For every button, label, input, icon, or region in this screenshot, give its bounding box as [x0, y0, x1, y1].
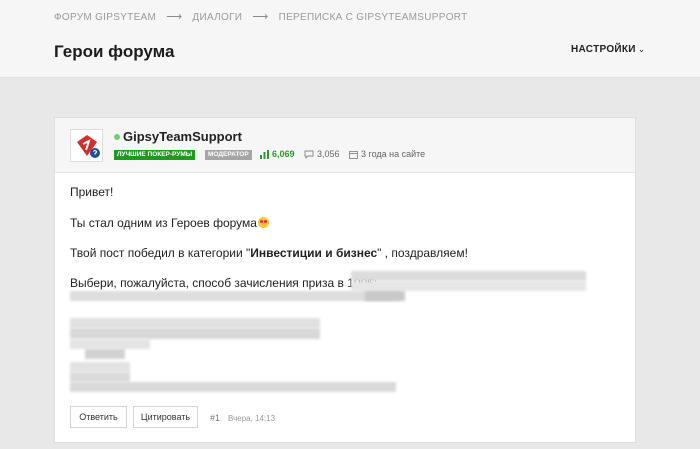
page-title: Герои форума	[54, 42, 175, 61]
greeting-text: Привет!	[70, 185, 114, 199]
messages-value: 3,056	[317, 149, 340, 159]
online-status-icon	[114, 134, 120, 140]
post-timestamp: Вчера, 14:13	[228, 414, 276, 423]
reputation-icon	[260, 149, 269, 159]
member-age-value: 3 года на сайте	[361, 149, 426, 159]
page-header: ФОРУМ GIPSYTEAM ⟶ ДИАЛОГИ ⟶ ПЕРЕПИСКА С …	[0, 0, 700, 78]
win-text-before: Твой пост победил в категории "	[70, 246, 251, 260]
settings-menu[interactable]: НАСТРОЙКИ ⌄	[571, 44, 646, 55]
breadcrumb-arrow-icon: ⟶	[166, 11, 183, 23]
win-text: Твой пост победил в категории "Инвестици…	[70, 246, 468, 260]
role-badge: МОДЕРАТОР	[205, 150, 252, 160]
reply-button[interactable]: Ответить	[70, 406, 127, 428]
breadcrumb-item-dialogs[interactable]: ДИАЛОГИ	[192, 12, 242, 23]
author-name[interactable]: GipsyTeamSupport	[123, 129, 242, 144]
group-badge: ЛУЧШИЕ ПОКЕР-РУМЫ	[114, 150, 196, 160]
message-card: GipsyTeamSupport ЛУЧШИЕ ПОКЕР-РУМЫ МОДЕР…	[54, 117, 636, 443]
breadcrumb-item-forum[interactable]: ФОРУМ GIPSYTEAM	[54, 12, 156, 23]
comment-icon	[304, 150, 314, 159]
post-number-link[interactable]: #1	[210, 413, 220, 423]
heart-eyes-emoji-icon	[257, 217, 269, 228]
quote-button[interactable]: Цитировать	[133, 406, 198, 428]
messages-stat: 3,056	[304, 149, 340, 159]
reputation-stat: 6,069	[260, 149, 295, 159]
hero-line: Ты стал одним из Героев форума	[70, 216, 257, 230]
win-category: Инвестиции и бизнес	[250, 246, 378, 260]
message-author-bar: GipsyTeamSupport ЛУЧШИЕ ПОКЕР-РУМЫ МОДЕР…	[55, 118, 635, 173]
calendar-icon	[349, 150, 358, 159]
hero-text: Ты стал одним из Героев форума	[70, 216, 269, 230]
win-text-after: " , поздравляем!	[377, 246, 468, 260]
breadcrumb-item-conversation[interactable]: ПЕРЕПИСКА С GIPSYTEAMSUPPORT	[279, 12, 468, 23]
avatar[interactable]	[70, 129, 103, 162]
chevron-down-icon: ⌄	[637, 44, 646, 54]
reputation-value: 6,069	[272, 149, 295, 159]
settings-label: НАСТРОЙКИ	[571, 44, 636, 55]
breadcrumb: ФОРУМ GIPSYTEAM ⟶ ДИАЛОГИ ⟶ ПЕРЕПИСКА С …	[54, 10, 468, 23]
prize-text: Выбери, пожалуйста, способ зачисления пр…	[70, 276, 378, 290]
member-age-stat: 3 года на сайте	[349, 149, 425, 159]
breadcrumb-arrow-icon: ⟶	[252, 11, 269, 23]
